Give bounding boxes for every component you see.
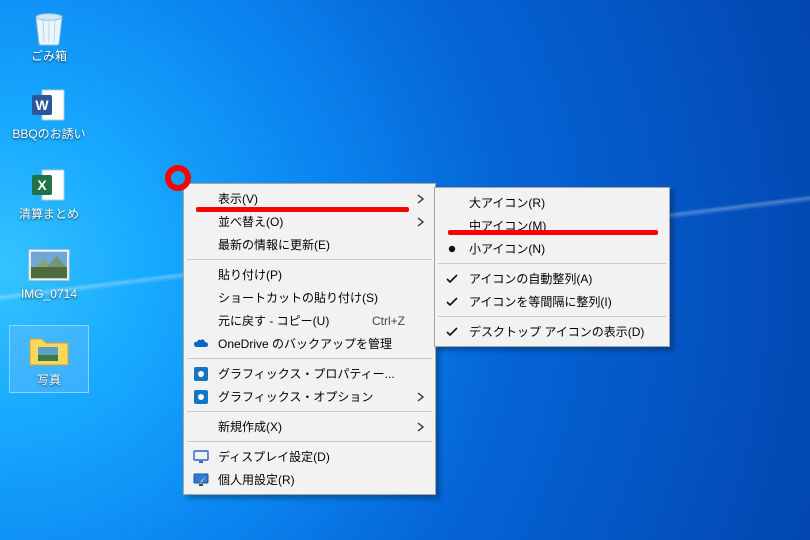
menu-separator [438, 263, 666, 264]
desktop-icon-word-doc[interactable]: W BBQのお誘い [10, 84, 88, 142]
intel-graphics-icon [193, 366, 209, 382]
menu-item-sort[interactable]: 並べ替え(O) [186, 210, 433, 233]
submenu-arrow-icon [417, 422, 425, 432]
icon-label: ごみ箱 [31, 50, 67, 64]
onedrive-icon [193, 336, 209, 352]
menu-item-graphics-properties[interactable]: グラフィックス・プロパティー... [186, 362, 433, 385]
menu-separator [187, 441, 432, 442]
menu-separator [187, 358, 432, 359]
submenu-item-align-grid[interactable]: アイコンを等間隔に整列(I) [437, 290, 667, 313]
submenu-arrow-icon [417, 392, 425, 402]
annotation-underline-view [196, 207, 409, 212]
desktop-icon-photo-folder[interactable]: 写真 [10, 326, 88, 392]
menu-separator [438, 316, 666, 317]
menu-item-paste-shortcut[interactable]: ショートカットの貼り付け(S) [186, 286, 433, 309]
menu-item-onedrive[interactable]: OneDrive のバックアップを管理 [186, 332, 433, 355]
desktop-icon-excel-doc[interactable]: X 清算まとめ [10, 164, 88, 222]
view-submenu: 大アイコン(R) 中アイコン(M) 小アイコン(N) アイコンの自動整列(A) … [434, 187, 670, 347]
svg-text:W: W [35, 97, 49, 113]
desktop-icon-recycle-bin[interactable]: ごみ箱 [10, 6, 88, 64]
submenu-item-show-desktop-icons[interactable]: デスクトップ アイコンの表示(D) [437, 320, 667, 343]
word-file-icon: W [28, 84, 70, 126]
menu-item-display-settings[interactable]: ディスプレイ設定(D) [186, 445, 433, 468]
annotation-underline-medium-icons [448, 230, 658, 235]
annotation-origin-circle [165, 165, 191, 191]
menu-item-new[interactable]: 新規作成(X) [186, 415, 433, 438]
excel-file-icon: X [28, 164, 70, 206]
menu-item-paste[interactable]: 貼り付け(P) [186, 263, 433, 286]
radio-selected-icon [444, 241, 460, 257]
icon-label: 写真 [37, 374, 61, 388]
desktop-context-menu: 表示(V) 並べ替え(O) 最新の情報に更新(E) 貼り付け(P) ショートカッ… [183, 183, 436, 495]
submenu-arrow-icon [417, 217, 425, 227]
menu-item-graphics-options[interactable]: グラフィックス・オプション [186, 385, 433, 408]
menu-separator [187, 411, 432, 412]
menu-item-undo[interactable]: 元に戻す - コピー(U) Ctrl+Z [186, 309, 433, 332]
icon-label: BBQのお誘い [12, 128, 85, 142]
menu-item-personalize[interactable]: 個人用設定(R) [186, 468, 433, 491]
recycle-bin-icon [28, 6, 70, 48]
menu-separator [187, 259, 432, 260]
submenu-item-small-icons[interactable]: 小アイコン(N) [437, 237, 667, 260]
menu-item-refresh[interactable]: 最新の情報に更新(E) [186, 233, 433, 256]
icon-label: IMG_0714 [21, 288, 77, 302]
submenu-arrow-icon [417, 194, 425, 204]
image-file-icon [28, 244, 70, 286]
check-icon [444, 294, 460, 310]
svg-text:X: X [37, 177, 47, 193]
personalize-icon [193, 472, 209, 488]
submenu-item-large-icons[interactable]: 大アイコン(R) [437, 191, 667, 214]
desktop-icon-photo-file[interactable]: IMG_0714 [10, 244, 88, 302]
submenu-item-auto-arrange[interactable]: アイコンの自動整列(A) [437, 267, 667, 290]
check-icon [444, 271, 460, 287]
check-icon [444, 324, 460, 340]
desktop[interactable]: ごみ箱 W BBQのお誘い X 清算まとめ [0, 0, 810, 540]
display-settings-icon [193, 449, 209, 465]
folder-icon [28, 330, 70, 372]
intel-graphics-icon [193, 389, 209, 405]
icon-label: 清算まとめ [19, 208, 79, 222]
